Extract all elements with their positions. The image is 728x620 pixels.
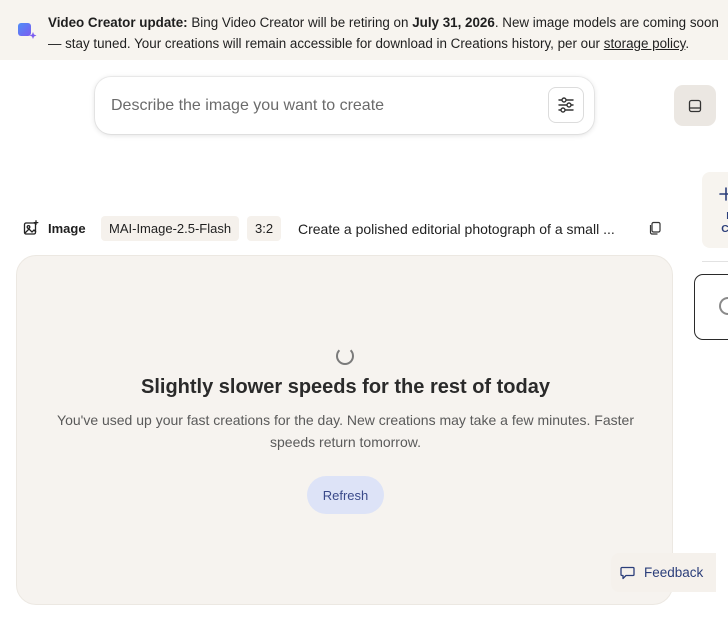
loading-spinner-icon xyxy=(336,347,354,365)
feedback-button[interactable]: Feedback xyxy=(611,553,716,592)
video-creator-icon xyxy=(18,23,37,39)
announcement-banner: Video Creator update: Bing Video Creator… xyxy=(0,0,728,60)
new-creation-label: NCre xyxy=(721,210,728,235)
panel-icon xyxy=(688,99,702,112)
rail-divider xyxy=(702,261,728,262)
feedback-label: Feedback xyxy=(644,565,704,580)
storage-policy-link[interactable]: storage policy xyxy=(604,36,686,51)
sidebar-toggle-button[interactable] xyxy=(674,85,716,126)
status-description: You've used up your fast creations for t… xyxy=(57,412,634,450)
new-creation-button[interactable]: NCre xyxy=(702,172,728,248)
aspect-ratio-chip: 3:2 xyxy=(247,216,282,241)
creation-info-row: Image MAI-Image-2.5-Flash 3:2 Create a p… xyxy=(0,216,680,241)
plus-icon xyxy=(719,187,728,201)
status-title: Slightly slower speeds for the rest of t… xyxy=(141,376,550,398)
banner-bold-lead: Video Creator update: xyxy=(48,15,188,30)
recent-creation-thumbnail[interactable] xyxy=(694,274,728,340)
model-chip: MAI-Image-2.5-Flash xyxy=(101,216,240,241)
copy-icon[interactable] xyxy=(648,221,662,235)
prompt-summary: Create a polished editorial photograph o… xyxy=(298,221,615,237)
banner-text-end: . xyxy=(685,36,690,51)
chat-bubble-icon xyxy=(620,566,635,580)
prompt-box xyxy=(95,77,594,134)
sliders-icon xyxy=(558,97,574,113)
refresh-button[interactable]: Refresh xyxy=(307,476,384,514)
banner-date: July 31, 2026 xyxy=(412,15,495,30)
loading-spinner-icon xyxy=(719,297,728,315)
banner-message: Video Creator update: Bing Video Creator… xyxy=(48,12,724,54)
prompt-input[interactable] xyxy=(111,95,531,117)
settings-button[interactable] xyxy=(548,87,584,123)
creation-type-label: Image xyxy=(48,221,86,236)
banner-text-1: Bing Video Creator will be retiring on xyxy=(187,15,413,30)
image-icon xyxy=(23,220,39,235)
generation-status-card: Slightly slower speeds for the rest of t… xyxy=(16,255,673,605)
